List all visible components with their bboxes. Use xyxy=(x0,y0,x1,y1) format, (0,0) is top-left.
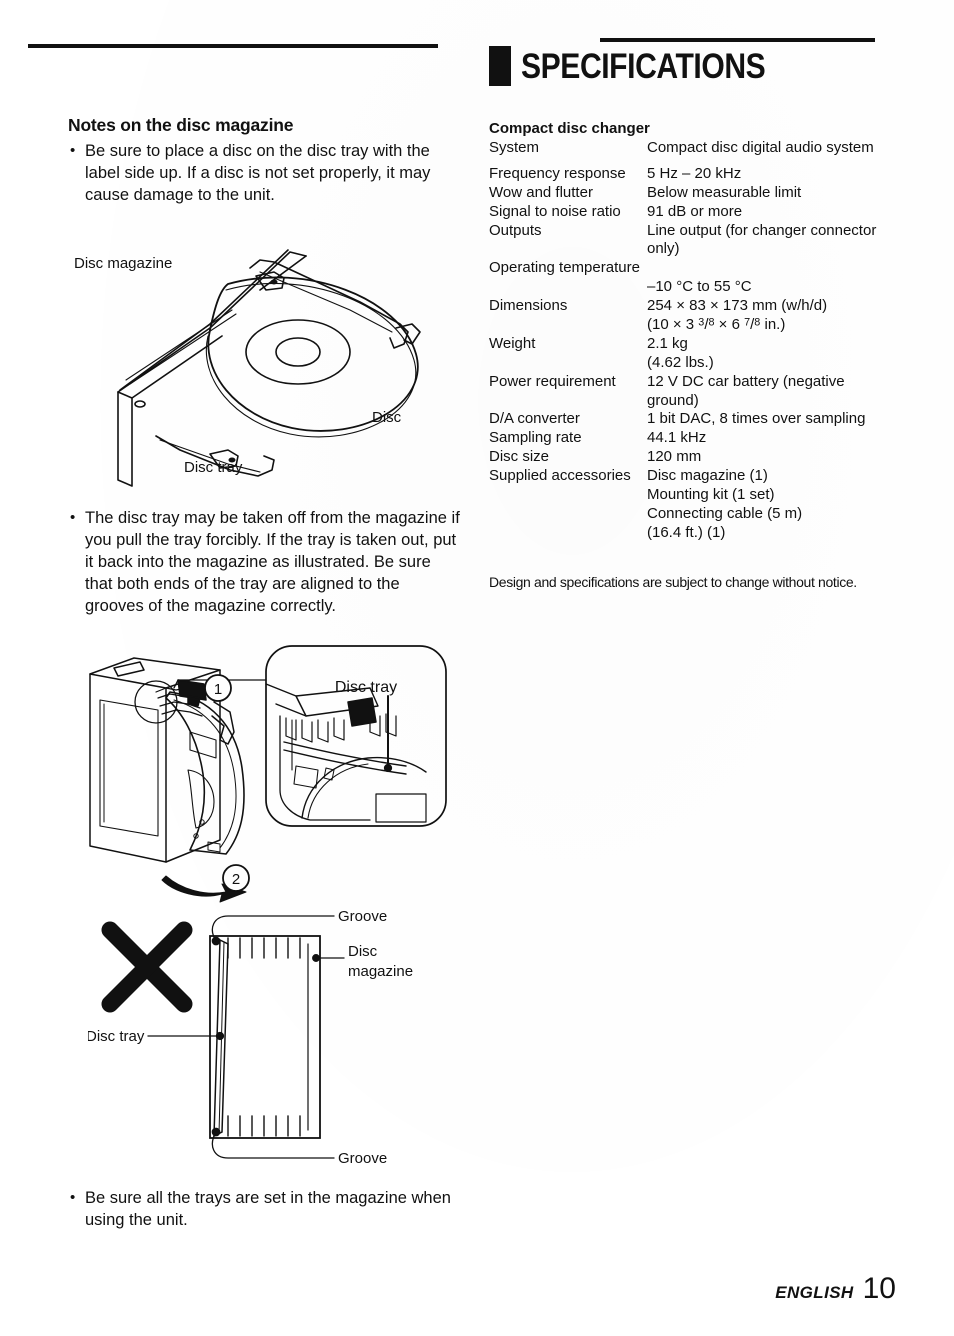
list-item: Be sure to place a disc on the disc tray… xyxy=(68,141,458,207)
table-row: Dimensions 254 × 83 × 173 mm (w/h/d) (10… xyxy=(489,297,884,335)
left-column-bullet-3-wrap: Be sure all the trays are set in the mag… xyxy=(68,1188,468,1234)
notes-bullet-list-3: Be sure all the trays are set in the mag… xyxy=(68,1188,468,1232)
spec-value: 12 V DC car battery (negative ground) xyxy=(647,372,845,409)
spec-value-line1: 2.1 kg xyxy=(647,334,688,352)
spec-value: 2.1 kg (4.62 lbs.) xyxy=(647,335,884,373)
footer-language: ENGLISH xyxy=(775,1283,854,1302)
figure-disc-magazine-open: Disc magazine Disc Disc tray xyxy=(60,232,460,494)
table-row: Disc size 120 mm xyxy=(489,448,884,467)
spec-label: System xyxy=(489,139,540,156)
figure3-label-disc-magazine-line1: Disc xyxy=(348,943,378,960)
table-row: Signal to noise ratio 91 dB or more xyxy=(489,203,884,222)
specifications-table: System Compact disc digital audio system … xyxy=(489,139,884,543)
figure3-label-groove-top: Groove xyxy=(338,908,387,925)
spec-value: Compact disc digital audio system xyxy=(647,139,874,156)
spec-label: Outputs xyxy=(489,221,542,239)
spec-value-line1: 254 × 83 × 173 mm (w/h/d) xyxy=(647,297,828,315)
list-item: The disc tray may be taken off from the … xyxy=(68,508,460,618)
table-row: Frequency response 5 Hz – 20 kHz xyxy=(489,165,884,184)
table-row: –10 °C to 55 °C xyxy=(489,278,884,297)
left-column-bullet-2-wrap: The disc tray may be taken off from the … xyxy=(68,508,460,620)
spec-value: 1 bit DAC, 8 times over sampling xyxy=(647,410,866,428)
left-column: Notes on the disc magazine Be sure to pl… xyxy=(68,115,458,209)
spec-label: Sampling rate xyxy=(489,429,582,447)
table-row: Sampling rate 44.1 kHz xyxy=(489,429,884,448)
table-row: System Compact disc digital audio system xyxy=(489,139,884,158)
specifications-header: SPECIFICATIONS xyxy=(489,46,805,86)
spec-value: 44.1 kHz xyxy=(647,429,707,447)
spec-label: Dimensions xyxy=(489,297,568,315)
spec-disclaimer: Design and specifications are subject to… xyxy=(489,573,857,590)
spec-value-line4: (16.4 ft.) (1) xyxy=(647,523,726,541)
list-item: Be sure all the trays are set in the mag… xyxy=(68,1188,468,1232)
table-row: Weight 2.1 kg (4.62 lbs.) xyxy=(489,335,884,373)
spec-value: 120 mm xyxy=(647,448,702,466)
page-footer: ENGLISH 10 xyxy=(775,1272,896,1306)
spec-label: Weight xyxy=(489,334,536,352)
header-square-marker xyxy=(489,46,511,86)
spec-value: Below measurable limit xyxy=(647,183,802,201)
figure2-step-two: 2 xyxy=(222,864,250,892)
notes-bullet-list: Be sure to place a disc on the disc tray… xyxy=(68,141,458,207)
figure3-label-disc-tray: Disc tray xyxy=(88,1028,145,1045)
figure-incorrect-tray-placement: Groove Groove Disc magazine Disc tray xyxy=(88,900,463,1182)
spec-value-line1: Disc magazine (1) xyxy=(647,467,768,485)
spec-value: Line output (for changer connector only) xyxy=(647,221,877,258)
figure2-step-one: 1 xyxy=(204,674,232,702)
spec-value: 5 Hz – 20 kHz xyxy=(647,164,742,182)
figure3-label-disc-magazine-line2: magazine xyxy=(348,963,413,980)
figure3-label-groove-bottom: Groove xyxy=(338,1150,387,1167)
table-row-spacer xyxy=(489,158,884,165)
spec-label: Operating temperature xyxy=(489,259,640,277)
figure2-step-one-label: 1 xyxy=(214,681,222,698)
table-row: Wow and flutter Below measurable limit xyxy=(489,184,884,203)
spec-value-line2: Mounting kit (1 set) xyxy=(647,486,775,504)
spec-label: Wow and flutter xyxy=(489,183,593,201)
spec-value-line3: Connecting cable (5 m) xyxy=(647,504,803,522)
spec-label: Frequency response xyxy=(489,164,626,182)
spec-label: Disc size xyxy=(489,448,550,466)
manual-page: SPECIFICATIONS Notes on the disc magazin… xyxy=(0,0,954,1336)
spec-value: Disc magazine (1) Mounting kit (1 set) C… xyxy=(647,467,884,543)
table-row: Supplied accessories Disc magazine (1) M… xyxy=(489,467,884,543)
figure1-label-disc-magazine: Disc magazine xyxy=(74,255,172,272)
right-column: Compact disc changer System Compact disc … xyxy=(489,120,889,591)
spec-value: –10 °C to 55 °C xyxy=(647,278,752,296)
figure2-step-two-label: 2 xyxy=(232,871,240,888)
spec-value: 254 × 83 × 173 mm (w/h/d) (10 × 3 3/8 × … xyxy=(647,297,884,335)
spec-label: Supplied accessories xyxy=(489,467,631,485)
spec-label: D/A converter xyxy=(489,410,580,428)
table-row: Power requirement 12 V DC car battery (ne… xyxy=(489,373,884,411)
table-row: D/A converter 1 bit DAC, 8 times over sam… xyxy=(489,410,884,429)
spec-label: Signal to noise ratio xyxy=(489,202,621,220)
figure1-label-disc-tray: Disc tray xyxy=(184,459,243,476)
spec-label: Power requirement xyxy=(489,372,616,390)
figure2-label-disc-tray: Disc tray xyxy=(335,679,397,696)
figure1-label-disc: Disc xyxy=(372,409,402,426)
figure-tray-reinsert: 1 2 Disc tray xyxy=(70,640,460,908)
header-rule-left xyxy=(28,44,438,48)
footer-page-number: 10 xyxy=(862,1272,896,1305)
spec-subheading: Compact disc changer xyxy=(489,120,650,137)
section-heading-notes: Notes on the disc magazine xyxy=(68,115,294,135)
spec-value-line2: (10 × 3 3/8 × 6 7/8 in.) xyxy=(647,316,786,334)
header-rule-right xyxy=(600,38,875,42)
table-row: Operating temperature xyxy=(489,259,884,278)
page-title: SPECIFICATIONS xyxy=(521,46,766,86)
notes-bullet-list-2: The disc tray may be taken off from the … xyxy=(68,508,460,618)
table-row: Outputs Line output (for changer connecto… xyxy=(489,222,884,260)
spec-value: 91 dB or more xyxy=(647,202,743,220)
spec-value-line2: (4.62 lbs.) xyxy=(647,353,714,371)
